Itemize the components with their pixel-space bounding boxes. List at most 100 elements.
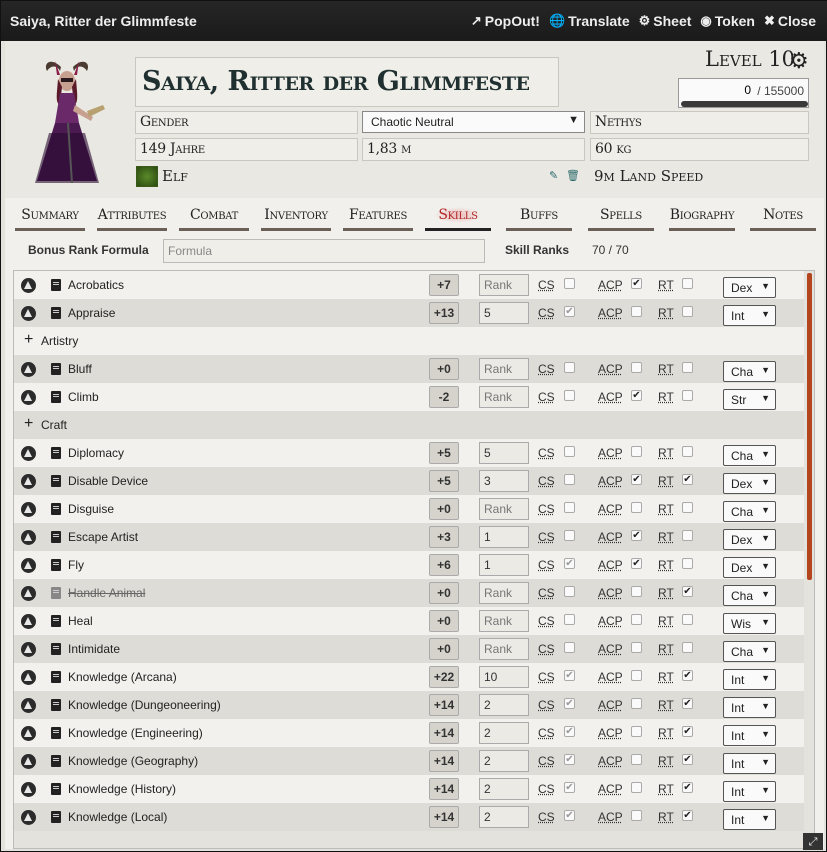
cs-checkbox[interactable] xyxy=(564,530,575,541)
acp-checkbox[interactable] xyxy=(631,362,642,373)
skill-rank-input[interactable]: 2 xyxy=(479,694,529,716)
bonus-rank-formula-input[interactable]: Formula xyxy=(163,239,485,263)
rt-checkbox[interactable] xyxy=(682,306,693,317)
skill-modifier[interactable]: +14 xyxy=(429,722,459,744)
d20-roll-icon[interactable] xyxy=(21,726,36,741)
rt-checkbox[interactable] xyxy=(682,390,693,401)
skill-rank-input[interactable]: 2 xyxy=(479,722,529,744)
skill-rank-input[interactable]: Rank xyxy=(479,274,529,296)
d20-roll-icon[interactable] xyxy=(21,558,36,573)
skill-modifier[interactable]: +0 xyxy=(429,358,459,380)
skill-rank-input[interactable]: 2 xyxy=(479,806,529,828)
cs-checkbox[interactable] xyxy=(564,586,575,597)
skill-rank-input[interactable]: Rank xyxy=(479,386,529,408)
skill-rank-input[interactable]: 5 xyxy=(479,442,529,464)
gender-field[interactable]: Gender xyxy=(135,111,358,134)
token-button[interactable]: ◉ Token xyxy=(700,13,755,29)
book-icon[interactable] xyxy=(51,615,61,627)
gear-icon[interactable]: ⚙ xyxy=(789,49,809,74)
book-icon[interactable] xyxy=(51,699,61,711)
xp-field[interactable]: 0 / 155000 xyxy=(678,78,809,108)
cs-checkbox[interactable] xyxy=(564,642,575,653)
ability-select[interactable]: Int ▼ xyxy=(723,781,776,802)
ability-select[interactable]: Int ▼ xyxy=(723,669,776,690)
acp-checkbox[interactable] xyxy=(631,698,642,709)
cs-checkbox[interactable] xyxy=(564,362,575,373)
skill-rank-input[interactable]: 2 xyxy=(479,778,529,800)
d20-roll-icon[interactable] xyxy=(21,474,36,489)
rt-checkbox[interactable]: ✔ xyxy=(682,782,693,793)
ability-select[interactable]: Cha ▼ xyxy=(723,361,776,382)
character-name[interactable]: Saiya, Ritter der Glimmfeste xyxy=(135,57,559,107)
skill-modifier[interactable]: +7 xyxy=(429,274,459,296)
book-icon[interactable] xyxy=(51,755,61,767)
book-icon[interactable] xyxy=(51,587,61,599)
tab-features[interactable]: Features xyxy=(343,203,413,231)
skill-modifier[interactable]: +6 xyxy=(429,554,459,576)
acp-checkbox[interactable] xyxy=(631,614,642,625)
rt-checkbox[interactable]: ✔ xyxy=(682,726,693,737)
skill-rank-input[interactable]: 5 xyxy=(479,302,529,324)
rt-checkbox[interactable]: ✔ xyxy=(682,474,693,485)
acp-checkbox[interactable]: ✔ xyxy=(631,390,642,401)
skill-modifier[interactable]: +3 xyxy=(429,526,459,548)
skill-modifier[interactable]: +14 xyxy=(429,778,459,800)
skills-list-container[interactable]: Acrobatics +7 Rank CS ACP ✔ RT Dex ▼ Appraise +13 5… xyxy=(13,270,815,849)
age-field[interactable]: 149 Jahre xyxy=(135,138,358,161)
book-icon[interactable] xyxy=(51,559,61,571)
ability-select[interactable]: Cha ▼ xyxy=(723,641,776,662)
rt-checkbox[interactable] xyxy=(682,558,693,569)
d20-roll-icon[interactable] xyxy=(21,698,36,713)
d20-roll-icon[interactable] xyxy=(21,810,36,825)
rt-checkbox[interactable] xyxy=(682,614,693,625)
acp-checkbox[interactable] xyxy=(631,586,642,597)
skill-rank-input[interactable]: 1 xyxy=(479,554,529,576)
book-icon[interactable] xyxy=(51,531,61,543)
skill-rank-input[interactable]: Rank xyxy=(479,638,529,660)
book-icon[interactable] xyxy=(51,391,61,403)
tab-spells[interactable]: Spells xyxy=(588,203,654,231)
sheet-button[interactable]: ⚙ Sheet xyxy=(639,13,692,29)
skill-modifier[interactable]: +14 xyxy=(429,806,459,828)
d20-roll-icon[interactable] xyxy=(21,642,36,657)
rt-checkbox[interactable] xyxy=(682,642,693,653)
ability-select[interactable]: Int ▼ xyxy=(723,725,776,746)
skill-modifier[interactable]: +0 xyxy=(429,498,459,520)
book-icon[interactable] xyxy=(51,279,61,291)
ability-select[interactable]: Str ▼ xyxy=(723,389,776,410)
cs-checkbox[interactable] xyxy=(564,502,575,513)
ability-select[interactable]: Int ▼ xyxy=(723,697,776,718)
tab-inventory[interactable]: Inventory xyxy=(261,203,331,231)
rt-checkbox[interactable] xyxy=(682,278,693,289)
book-icon[interactable] xyxy=(51,811,61,823)
rt-checkbox[interactable] xyxy=(682,530,693,541)
ability-select[interactable]: Int ▼ xyxy=(723,305,776,326)
cs-checkbox[interactable] xyxy=(564,446,575,457)
cs-checkbox[interactable] xyxy=(564,278,575,289)
tab-summary[interactable]: Summary xyxy=(15,203,85,231)
skill-modifier[interactable]: +14 xyxy=(429,694,459,716)
skill-modifier[interactable]: +0 xyxy=(429,610,459,632)
d20-roll-icon[interactable] xyxy=(21,306,36,321)
acp-checkbox[interactable] xyxy=(631,782,642,793)
skill-modifier[interactable]: +0 xyxy=(429,582,459,604)
book-icon[interactable] xyxy=(51,307,61,319)
plus-icon[interactable]: + xyxy=(24,331,33,349)
book-icon[interactable] xyxy=(51,727,61,739)
d20-roll-icon[interactable] xyxy=(21,390,36,405)
acp-checkbox[interactable]: ✔ xyxy=(631,558,642,569)
acp-checkbox[interactable] xyxy=(631,642,642,653)
rt-checkbox[interactable]: ✔ xyxy=(682,698,693,709)
rt-checkbox[interactable]: ✔ xyxy=(682,670,693,681)
tab-combat[interactable]: Combat xyxy=(179,203,249,231)
trash-icon[interactable]: 🗑 xyxy=(566,169,580,182)
skill-modifier[interactable]: -2 xyxy=(429,386,459,408)
close-button[interactable]: ✖ Close xyxy=(764,13,816,29)
d20-roll-icon[interactable] xyxy=(21,586,36,601)
translate-button[interactable]: 🌐 Translate xyxy=(549,13,630,29)
title-bar[interactable]: Saiya, Ritter der Glimmfeste ↗ PopOut! 🌐 T… xyxy=(1,1,827,41)
weight-field[interactable]: 60 kg xyxy=(590,138,809,161)
resize-handle-icon[interactable]: ⤢ xyxy=(803,833,823,850)
ability-select[interactable]: Wis ▼ xyxy=(723,613,776,634)
skill-modifier[interactable]: +5 xyxy=(429,470,459,492)
